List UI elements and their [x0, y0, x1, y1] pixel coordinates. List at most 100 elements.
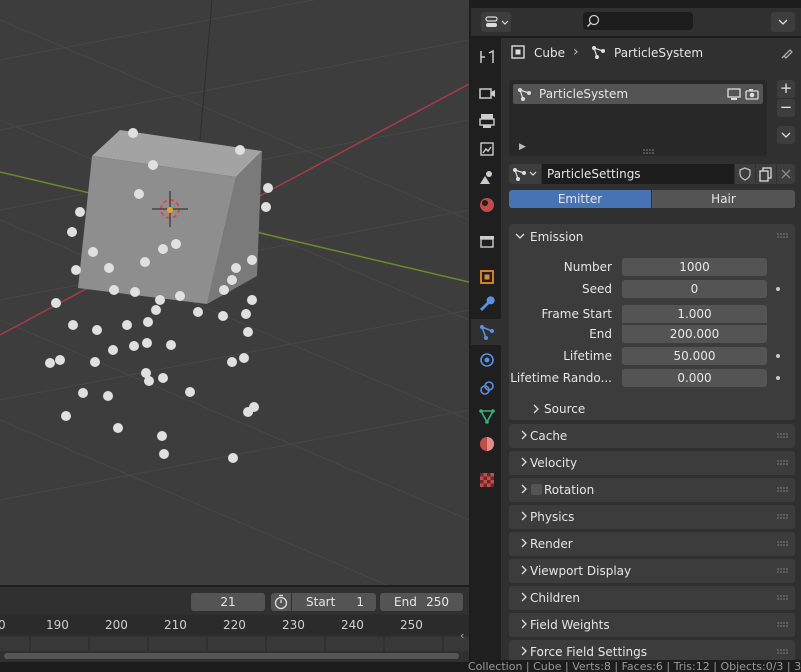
seed-field[interactable]: 0: [622, 280, 767, 298]
current-frame-field[interactable]: 21: [191, 593, 265, 611]
pin-icon[interactable]: [780, 46, 794, 60]
emission-panel-header[interactable]: Emission: [509, 224, 795, 248]
breadcrumb-separator: ›: [573, 44, 579, 60]
frame-start-field[interactable]: 1.000: [622, 305, 767, 323]
drag-grip-icon[interactable]: [777, 487, 789, 493]
particle-system-list[interactable]: ParticleSystem ▶: [509, 80, 767, 156]
add-slot-button[interactable]: +: [777, 80, 795, 98]
lifetime-field[interactable]: 50.000: [622, 347, 767, 365]
lifetime-random-field[interactable]: 0.000: [622, 369, 767, 387]
particle: [228, 453, 238, 463]
particle: [109, 285, 119, 295]
stopwatch-icon[interactable]: [271, 593, 291, 611]
force-field-settings-panel[interactable]: Force Field Settings: [509, 640, 795, 660]
view-layer-tab-icon[interactable]: [477, 139, 497, 159]
number-field[interactable]: 1000: [622, 258, 767, 276]
fake-user-button[interactable]: [735, 164, 755, 184]
material-tab-icon[interactable]: [477, 434, 497, 454]
status-bar: Collection | Cube | Verts:8 | Faces:6 | …: [0, 662, 801, 672]
browse-settings-button[interactable]: [509, 164, 541, 184]
panel-title: Children: [530, 591, 580, 605]
modifier-wrench-icon[interactable]: [477, 295, 497, 315]
frame-end-field[interactable]: 200.000: [622, 325, 767, 343]
ruler-tick: 200: [105, 618, 128, 632]
viewport-canvas[interactable]: [0, 0, 469, 585]
drag-grip-icon[interactable]: [777, 622, 789, 628]
options-dropdown[interactable]: [771, 12, 795, 32]
camera-icon[interactable]: [745, 87, 759, 101]
keyframe-dot[interactable]: [776, 376, 780, 380]
unlink-button[interactable]: [777, 164, 795, 184]
duplicate-button[interactable]: [756, 164, 776, 184]
render-tab-icon[interactable]: [477, 83, 497, 103]
drag-grip-icon[interactable]: [777, 595, 789, 601]
ruler-tick: 240: [341, 618, 364, 632]
field-weights-panel[interactable]: Field Weights: [509, 613, 795, 637]
object-tab-icon[interactable]: [477, 267, 497, 287]
world-tab-icon[interactable]: [477, 195, 497, 215]
particle: [151, 305, 161, 315]
3d-viewport[interactable]: [0, 0, 469, 585]
list-specials-dropdown[interactable]: [777, 126, 795, 144]
children-panel[interactable]: Children: [509, 586, 795, 610]
keyframe-dot[interactable]: [776, 287, 780, 291]
ruler-tick: 210: [164, 618, 187, 632]
hair-tab[interactable]: Hair: [652, 190, 795, 208]
collection-tab-icon[interactable]: [477, 231, 497, 251]
monitor-icon[interactable]: [727, 87, 741, 101]
start-frame-field[interactable]: Start 1: [292, 593, 376, 611]
constraints-tab-icon[interactable]: [477, 378, 497, 398]
expand-triangle-icon[interactable]: ▶: [519, 142, 526, 152]
drag-grip-icon[interactable]: [777, 514, 789, 520]
particles-tab-active[interactable]: [471, 319, 501, 345]
particle: [113, 423, 123, 433]
particle: [227, 357, 237, 367]
cache-panel[interactable]: Cache: [509, 424, 795, 448]
chevron-left-icon[interactable]: ‹: [460, 629, 468, 643]
end-frame-field[interactable]: End 250: [380, 593, 463, 611]
editor-type-button[interactable]: [481, 12, 511, 32]
search-input[interactable]: [583, 12, 693, 30]
timeline-track[interactable]: [0, 637, 469, 651]
scene-tab-icon[interactable]: [477, 167, 497, 187]
seed-label: Seed: [582, 282, 612, 296]
particle: [128, 128, 138, 138]
frame-start-label: Frame Start: [541, 307, 612, 321]
timeline-scrollbar[interactable]: [4, 653, 459, 659]
breadcrumb-object: Cube: [534, 46, 565, 60]
velocity-panel[interactable]: Velocity: [509, 451, 795, 475]
chevron-down-icon: [781, 132, 791, 138]
remove-slot-button[interactable]: −: [777, 99, 795, 117]
tool-tab-icon[interactable]: [477, 47, 497, 67]
output-tab-icon[interactable]: [477, 111, 497, 131]
drag-grip-icon[interactable]: [777, 460, 789, 466]
properties-header: [471, 8, 801, 36]
particle: [263, 183, 273, 193]
lifetime-random-label: Lifetime Rando...: [510, 371, 612, 385]
texture-tab-icon[interactable]: [477, 470, 497, 490]
drag-grip-icon[interactable]: [777, 649, 789, 655]
data-tab-icon[interactable]: [477, 406, 497, 426]
rotation-checkbox[interactable]: [531, 484, 542, 495]
render-panel[interactable]: Render: [509, 532, 795, 556]
start-value: 1: [356, 595, 364, 609]
resize-grip-icon[interactable]: [643, 144, 655, 154]
keyframe-dot[interactable]: [776, 354, 780, 358]
drag-grip-icon[interactable]: [777, 233, 789, 239]
drag-grip-icon[interactable]: [777, 433, 789, 439]
viewport-display-panel[interactable]: Viewport Display: [509, 559, 795, 583]
particle: [134, 189, 144, 199]
rotation-panel[interactable]: Rotation: [509, 478, 795, 502]
panel-title: Rotation: [544, 483, 595, 497]
emitter-tab[interactable]: Emitter: [509, 190, 651, 208]
drag-grip-icon[interactable]: [777, 541, 789, 547]
settings-name-field[interactable]: ParticleSettings: [542, 164, 734, 184]
source-label: Source: [544, 402, 586, 416]
source-subpanel-header[interactable]: Source: [531, 400, 731, 418]
timeline[interactable]: 21 Start 1 End 250 0 190 200 210 220 230…: [0, 587, 469, 662]
physics-panel[interactable]: Physics: [509, 505, 795, 529]
particle: [185, 387, 195, 397]
physics-tab-icon[interactable]: [477, 350, 497, 370]
drag-grip-icon[interactable]: [777, 568, 789, 574]
list-item[interactable]: ParticleSystem: [513, 84, 763, 104]
